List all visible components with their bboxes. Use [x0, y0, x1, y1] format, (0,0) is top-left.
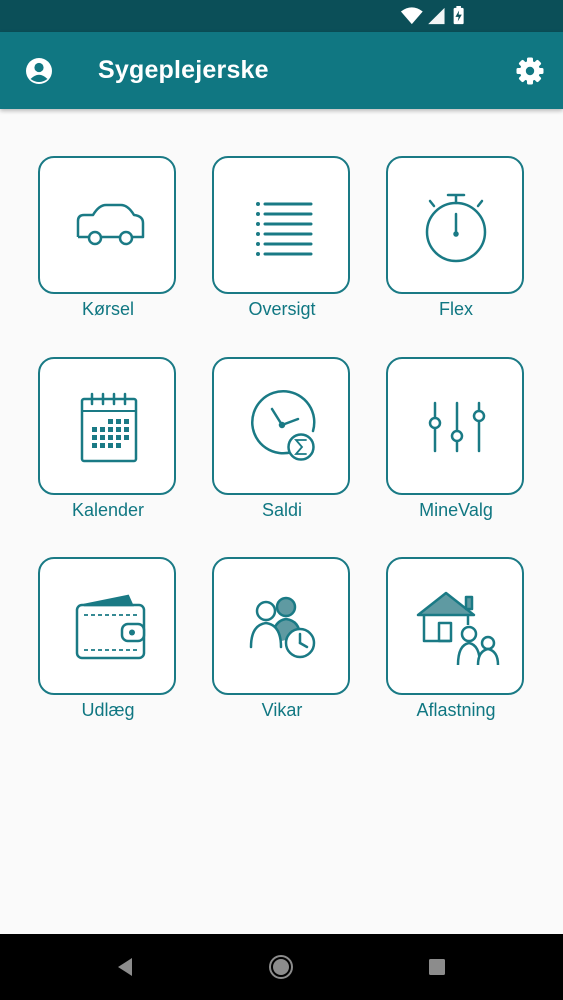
car-icon: [76, 203, 145, 246]
app-title: Sygeplejerske: [98, 56, 269, 84]
menu-item-korsel[interactable]: Kørsel: [36, 156, 210, 336]
label-minevalg: MineValg: [419, 500, 493, 520]
label-oversigt: Oversigt: [248, 299, 316, 319]
menu-item-oversigt[interactable]: Oversigt: [210, 156, 384, 336]
menu-item-vikar[interactable]: Vikar: [210, 557, 384, 737]
label-flex: Flex: [438, 299, 473, 319]
status-bar: [0, 0, 563, 32]
wallet-icon: [75, 594, 146, 660]
sliders-icon: [428, 401, 486, 453]
menu-item-minevalg[interactable]: MineValg: [384, 357, 558, 537]
label-korsel: Kørsel: [81, 299, 134, 319]
tile-minevalg[interactable]: [386, 357, 524, 495]
label-vikar: Vikar: [261, 700, 303, 720]
list-icon: [256, 202, 313, 256]
navigation-bar: [0, 934, 563, 1000]
account-circle-icon[interactable]: [24, 56, 54, 86]
people-clock-icon: [249, 596, 316, 659]
status-icons: [400, 6, 464, 25]
tile-kalender[interactable]: [38, 357, 176, 495]
label-kalender: Kalender: [71, 500, 145, 520]
wifi-icon: [400, 7, 423, 25]
menu-item-flex[interactable]: Flex: [384, 156, 558, 336]
label-udlaeg: Udlæg: [81, 700, 135, 720]
menu-item-aflastning[interactable]: Aflastning: [384, 557, 558, 737]
battery-charging-icon: [453, 6, 464, 25]
tile-oversigt[interactable]: [212, 156, 350, 294]
home-icon[interactable]: [268, 954, 294, 980]
back-icon[interactable]: [112, 954, 138, 980]
menu-item-kalender[interactable]: Kalender: [36, 357, 210, 537]
calendar-icon: [80, 392, 138, 463]
label-saldi: Saldi: [261, 500, 303, 520]
tile-saldi[interactable]: [212, 357, 350, 495]
clock-sum-icon: [251, 390, 316, 461]
label-aflastning: Aflastning: [416, 700, 496, 720]
menu-item-udlaeg[interactable]: Udlæg: [36, 557, 210, 737]
tile-udlaeg[interactable]: [38, 557, 176, 695]
tile-flex[interactable]: [386, 156, 524, 294]
recents-icon[interactable]: [424, 954, 450, 980]
menu-item-saldi[interactable]: Saldi: [210, 357, 384, 537]
tile-vikar[interactable]: [212, 557, 350, 695]
house-family-icon: [416, 591, 500, 666]
settings-gear-icon[interactable]: [515, 56, 545, 86]
signal-icon: [428, 7, 445, 25]
stopwatch-icon: [425, 193, 487, 263]
tile-aflastning[interactable]: [386, 557, 524, 695]
tile-korsel[interactable]: [38, 156, 176, 294]
app-bar: Sygeplejerske: [0, 32, 563, 109]
